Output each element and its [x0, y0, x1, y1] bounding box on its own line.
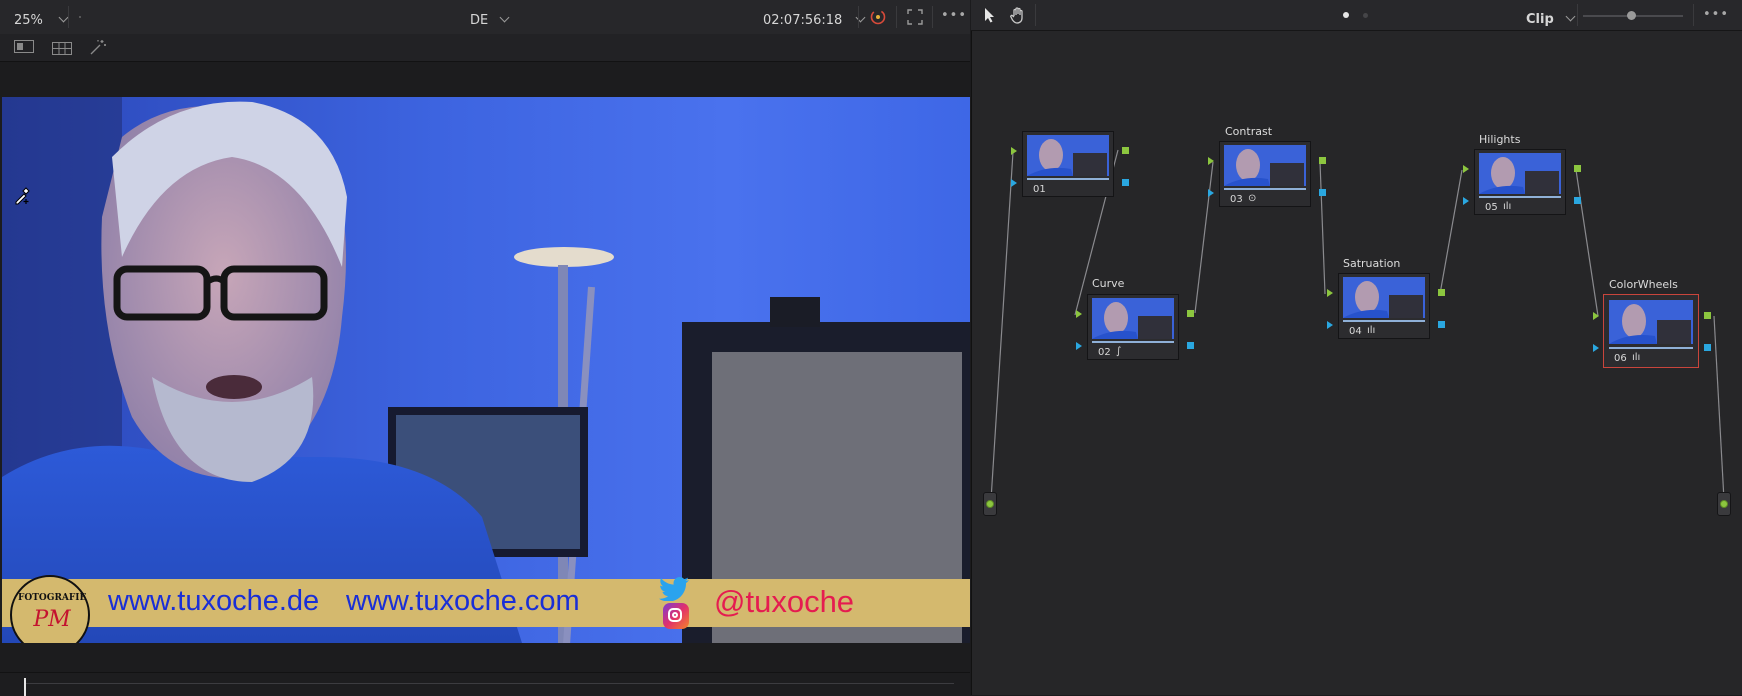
gallery-grid-icon[interactable]	[52, 40, 72, 55]
node-04-key-input[interactable]	[1327, 321, 1333, 329]
scrubber-track	[24, 683, 954, 684]
node-thumbnail	[1479, 153, 1561, 194]
node-bar	[1027, 178, 1109, 180]
social-handle: @tuxoche	[714, 584, 855, 619]
divider	[932, 6, 933, 28]
viewer-subtoolbar	[0, 34, 970, 62]
node-bar	[1609, 347, 1693, 349]
node-01-rgb-input[interactable]	[1011, 147, 1017, 155]
bars-icon: ılı	[1503, 201, 1512, 212]
logo-initials: PM	[33, 607, 71, 632]
node-02[interactable]: 02 ∫	[1087, 294, 1179, 360]
node-bar	[1092, 341, 1174, 343]
playhead[interactable]	[24, 678, 26, 696]
node-03-rgb-input[interactable]	[1208, 157, 1214, 165]
node-06-key-input[interactable]	[1593, 344, 1599, 352]
node-02-label: Curve	[1092, 277, 1125, 290]
viewer-toolbar: 25% DE 02:07:56:18 •••	[0, 0, 970, 35]
node-01-rgb-output[interactable]	[1122, 147, 1129, 154]
video-frame[interactable]: FOTOGRAFIE PM www.tuxoche.de www.tuxoche…	[2, 97, 970, 643]
node-thumbnail	[1343, 277, 1425, 318]
website-com: www.tuxoche.com	[346, 585, 580, 617]
node-thumbnail	[1027, 135, 1109, 176]
node-06-label: ColorWheels	[1609, 278, 1678, 291]
node-03-key-output[interactable]	[1319, 189, 1326, 196]
split-view-icon[interactable]	[14, 40, 34, 53]
source-input-node[interactable]	[983, 492, 997, 516]
curve-icon: ∫	[1116, 346, 1122, 357]
node-01-key-output[interactable]	[1122, 179, 1129, 186]
dot-icon	[79, 16, 81, 18]
node-number: 03	[1230, 194, 1243, 205]
output-node[interactable]	[1717, 492, 1731, 516]
node-02-key-input[interactable]	[1076, 342, 1082, 350]
bars-icon: ılı	[1632, 352, 1641, 363]
highlight-toggle-icon[interactable]	[869, 8, 887, 26]
zoom-dropdown[interactable]: 25%	[14, 9, 69, 28]
node-04-rgb-input[interactable]	[1327, 289, 1333, 297]
node-02-key-output[interactable]	[1187, 342, 1194, 349]
magic-wand-icon[interactable]	[89, 39, 107, 55]
node-03-rgb-output[interactable]	[1319, 157, 1326, 164]
timecode: 02:07:56:18	[763, 13, 843, 28]
node-05-label: Hilights	[1479, 133, 1521, 146]
node-05-key-output[interactable]	[1574, 197, 1581, 204]
chevron-down-icon	[499, 12, 510, 23]
node-04[interactable]: 04 ılı	[1338, 273, 1430, 339]
viewer-options-menu[interactable]: •••	[941, 8, 967, 23]
node-06-key-output[interactable]	[1704, 344, 1711, 351]
node-01-key-input[interactable]	[1011, 179, 1017, 187]
node-bar	[1479, 196, 1561, 198]
divider	[896, 6, 897, 28]
timeline-dropdown[interactable]: DE	[470, 9, 510, 28]
node-02-rgb-input[interactable]	[1076, 310, 1082, 318]
node-03-label: Contrast	[1225, 125, 1273, 138]
timeline-name: DE	[470, 13, 489, 28]
logo-title: FOTOGRAFIE	[18, 593, 87, 603]
zoom-value: 25%	[14, 13, 43, 28]
node-05-key-input[interactable]	[1463, 197, 1469, 205]
divider	[858, 6, 859, 28]
node-05[interactable]: 05 ılı	[1474, 149, 1566, 215]
node-04-rgb-output[interactable]	[1438, 289, 1445, 296]
node-02-rgb-output[interactable]	[1187, 310, 1194, 317]
timeline-scrubber[interactable]	[0, 672, 970, 696]
node-03[interactable]: 03 ⊙	[1219, 141, 1311, 207]
node-05-rgb-input[interactable]	[1463, 165, 1469, 173]
node-bar	[1343, 320, 1425, 322]
instagram-icon	[663, 603, 689, 629]
bars-icon: ılı	[1367, 325, 1376, 336]
divider	[68, 6, 69, 28]
node-03-key-input[interactable]	[1208, 189, 1214, 197]
node-thumbnail	[1224, 145, 1306, 186]
node-number: 06	[1614, 353, 1627, 364]
node-number: 01	[1033, 184, 1046, 195]
node-01[interactable]: 01	[1022, 131, 1114, 197]
node-04-label: Satruation	[1343, 257, 1401, 270]
node-number: 04	[1349, 326, 1362, 337]
node-06-rgb-input[interactable]	[1593, 312, 1599, 320]
timecode-dropdown[interactable]: 02:07:56:18	[763, 9, 866, 28]
node-number: 05	[1485, 202, 1498, 213]
twitter-icon	[658, 577, 690, 602]
fullscreen-icon[interactable]	[907, 9, 923, 25]
node-06-rgb-output[interactable]	[1704, 312, 1711, 319]
node-bar	[1224, 188, 1306, 190]
node-thumbnail	[1609, 300, 1693, 344]
chevron-down-icon	[58, 12, 69, 23]
node-thumbnail	[1092, 298, 1174, 339]
eyedropper-cursor-icon	[12, 185, 32, 205]
logo: FOTOGRAFIE PM	[10, 575, 90, 643]
branding-banner: FOTOGRAFIE PM www.tuxoche.de www.tuxoche…	[2, 575, 970, 643]
contrast-icon: ⊙	[1248, 193, 1257, 204]
node-04-key-output[interactable]	[1438, 321, 1445, 328]
node-06[interactable]: 06 ılı	[1603, 294, 1699, 368]
node-number: 02	[1098, 347, 1111, 358]
node-05-rgb-output[interactable]	[1574, 165, 1581, 172]
website-de: www.tuxoche.de	[108, 585, 320, 617]
